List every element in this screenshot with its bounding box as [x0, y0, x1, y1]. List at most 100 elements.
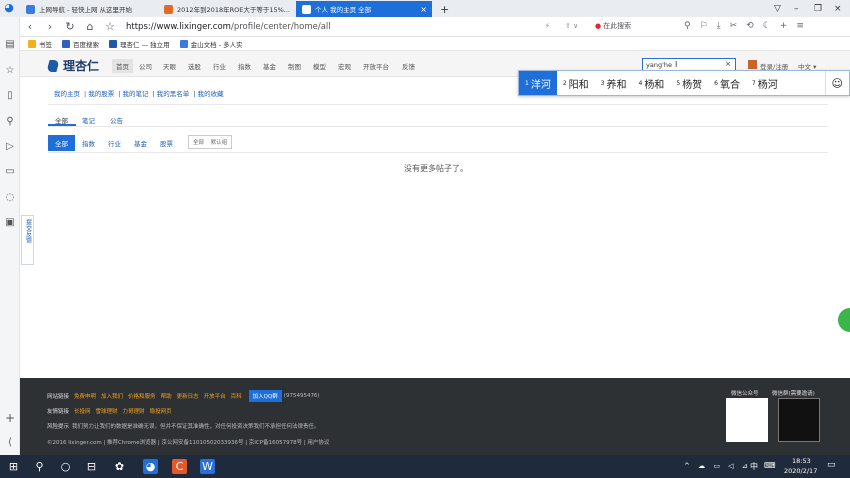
share-icon[interactable]: ⇪ ∨	[565, 22, 578, 30]
filter-index[interactable]: 指数	[82, 138, 95, 148]
book-icon[interactable]: ▯	[4, 90, 16, 102]
ime-candidate[interactable]: 6 氧合	[708, 71, 746, 95]
restore-icon[interactable]: ❐	[808, 1, 824, 17]
app-icon[interactable]: ✿	[112, 459, 127, 474]
app-c-icon[interactable]: C	[172, 459, 187, 474]
tab-active[interactable]: 个人 我的主页 全部 ×	[296, 1, 432, 17]
add-icon[interactable]: +	[4, 412, 16, 424]
ime-candidate[interactable]: 4 杨和	[632, 71, 670, 95]
copyright: ©2016 lixinger.com | 推荐Chrome浏览器 | 京公网安备…	[47, 440, 330, 446]
ime-candidate[interactable]: 5 杨贺	[670, 71, 708, 95]
tab-notes[interactable]: 笔记	[82, 115, 95, 125]
footer-link[interactable]: 免费申明	[74, 392, 96, 400]
windows-start-icon[interactable]: ⊞	[6, 459, 21, 474]
toolbar-icons[interactable]: ⚲⚐⤓✂⟲☾+≡	[684, 21, 813, 31]
cortana-icon[interactable]: ○	[58, 459, 73, 474]
footer-link[interactable]: 价格和服务	[128, 392, 156, 400]
filter-fund[interactable]: 基金	[134, 138, 147, 148]
footer-links-label: 网站链接	[47, 394, 70, 400]
group-select[interactable]: 全部 默认组	[188, 135, 233, 149]
chat-icon[interactable]: ◌	[4, 192, 16, 204]
tab-0[interactable]: 上网导航 - 轻快上网 从这里开始	[20, 1, 156, 17]
link-my-home[interactable]: 我的主页	[54, 90, 80, 98]
back-icon[interactable]: ‹	[20, 20, 40, 33]
search-icon[interactable]: ⚲	[32, 459, 47, 474]
input-mode[interactable]: 中	[750, 461, 758, 472]
friend-link[interactable]: 稳投网页	[150, 407, 172, 415]
tab-1[interactable]: 2012年到2018年ROE大于等于15%...	[158, 1, 294, 17]
search-icon[interactable]: ⚲	[4, 116, 16, 128]
site-logo[interactable]: 理杏仁	[46, 57, 99, 74]
nav-model[interactable]: 模型	[313, 61, 326, 71]
footer-link[interactable]: 加入我们	[101, 392, 123, 400]
footer-link[interactable]: 开放平台	[204, 392, 226, 400]
reload-icon[interactable]: ↻	[60, 20, 80, 33]
nav-macro[interactable]: 宏观	[338, 61, 351, 71]
link-my-blacklist[interactable]: 我的黑名单	[157, 90, 190, 98]
footer-link[interactable]: 百科	[231, 392, 242, 400]
link-my-stocks[interactable]: 我的股票	[88, 90, 114, 98]
clock-time[interactable]: 18:53	[792, 457, 811, 465]
smile-icon[interactable]: ☺	[824, 71, 849, 95]
close-window-icon[interactable]: ×	[828, 1, 844, 17]
ime-candidate[interactable]: 2 阳和	[557, 71, 595, 95]
video-icon[interactable]: ▷	[4, 141, 16, 153]
nav-index[interactable]: 指数	[238, 61, 251, 71]
collapse-icon[interactable]: ⟨	[4, 437, 16, 449]
search-engine[interactable]: ● 在此搜索	[595, 21, 631, 31]
bookmark-item[interactable]: 百度搜索	[62, 39, 99, 49]
friend-link[interactable]: 雪球理财	[96, 407, 118, 415]
clock-date[interactable]: 2020/2/17	[784, 467, 817, 475]
friend-link[interactable]: 长投网	[74, 407, 91, 415]
forward-icon[interactable]: ›	[40, 20, 60, 33]
nav-fund[interactable]: 基金	[263, 61, 276, 71]
browser-logo-icon[interactable]: ◕	[3, 2, 15, 14]
clear-icon[interactable]: ×	[725, 60, 731, 68]
new-tab-button[interactable]: +	[434, 1, 450, 17]
friend-link[interactable]: 力哥理财	[123, 407, 145, 415]
filter-industry[interactable]: 行业	[108, 138, 121, 148]
notes-icon[interactable]: ▣	[4, 217, 16, 229]
bookmark-item[interactable]: 理杏仁 — 独立用	[109, 39, 170, 49]
bookmark-item[interactable]: 书签	[28, 39, 52, 49]
bolt-icon[interactable]: ⚡	[545, 22, 550, 30]
footer-link[interactable]: 更新日志	[177, 392, 199, 400]
wps-icon[interactable]: W	[200, 459, 215, 474]
nav-company[interactable]: 公司	[139, 61, 152, 71]
nav-home[interactable]: 首页	[112, 59, 133, 73]
filter-stock[interactable]: 股票	[160, 138, 173, 148]
footer-link[interactable]: 帮助	[161, 392, 172, 400]
floating-help-button[interactable]	[838, 308, 850, 332]
ime-candidate[interactable]: 7 杨河	[746, 71, 784, 95]
nav-screener[interactable]: 选股	[188, 61, 201, 71]
ime-candidate[interactable]: 3 养和	[595, 71, 633, 95]
feedback-tab[interactable]: 提交反馈	[21, 215, 34, 265]
link-my-notes[interactable]: 我的笔记	[123, 90, 149, 98]
ime-candidate[interactable]: 1 洋河	[519, 71, 557, 95]
nav-feedback[interactable]: 反馈	[402, 61, 415, 71]
home-icon[interactable]: ⌂	[80, 20, 100, 33]
tab-announcements[interactable]: 公告	[110, 115, 123, 125]
browser-taskbar-icon[interactable]: ◕	[143, 459, 158, 474]
bookmark-panel-icon[interactable]: ▤	[4, 39, 16, 51]
bookmark-item[interactable]: 金山文档 - 多人实	[179, 39, 243, 49]
tray-icons[interactable]: ^ ☁ ▭ ◁ ⊿	[684, 462, 751, 470]
nav-tianyan[interactable]: 天眼	[163, 61, 176, 71]
keyboard-icon[interactable]: ⌨	[764, 461, 776, 470]
filter-all[interactable]: 全部	[48, 135, 75, 151]
address-bar[interactable]: https://www.lixinger.com/profile/center/…	[126, 22, 331, 32]
menu-icon[interactable]: ▽	[768, 1, 784, 17]
star-icon[interactable]: ☆	[4, 65, 16, 77]
nav-industry[interactable]: 行业	[213, 61, 226, 71]
close-tab-icon[interactable]: ×	[420, 5, 427, 14]
minimize-icon[interactable]: –	[788, 1, 804, 17]
notification-icon[interactable]: ▭	[827, 460, 836, 470]
favorite-star-icon[interactable]: ☆	[100, 20, 120, 33]
nav-chart[interactable]: 制图	[288, 61, 301, 71]
qq-group-button[interactable]: 加入QQ群	[248, 390, 282, 402]
link-my-favorites[interactable]: 我的收藏	[198, 90, 224, 98]
avatar[interactable]	[748, 60, 757, 69]
nav-open-platform[interactable]: 开放平台	[363, 61, 389, 71]
task-view-icon[interactable]: ⊟	[84, 459, 99, 474]
sms-icon[interactable]: ▭	[4, 166, 16, 178]
